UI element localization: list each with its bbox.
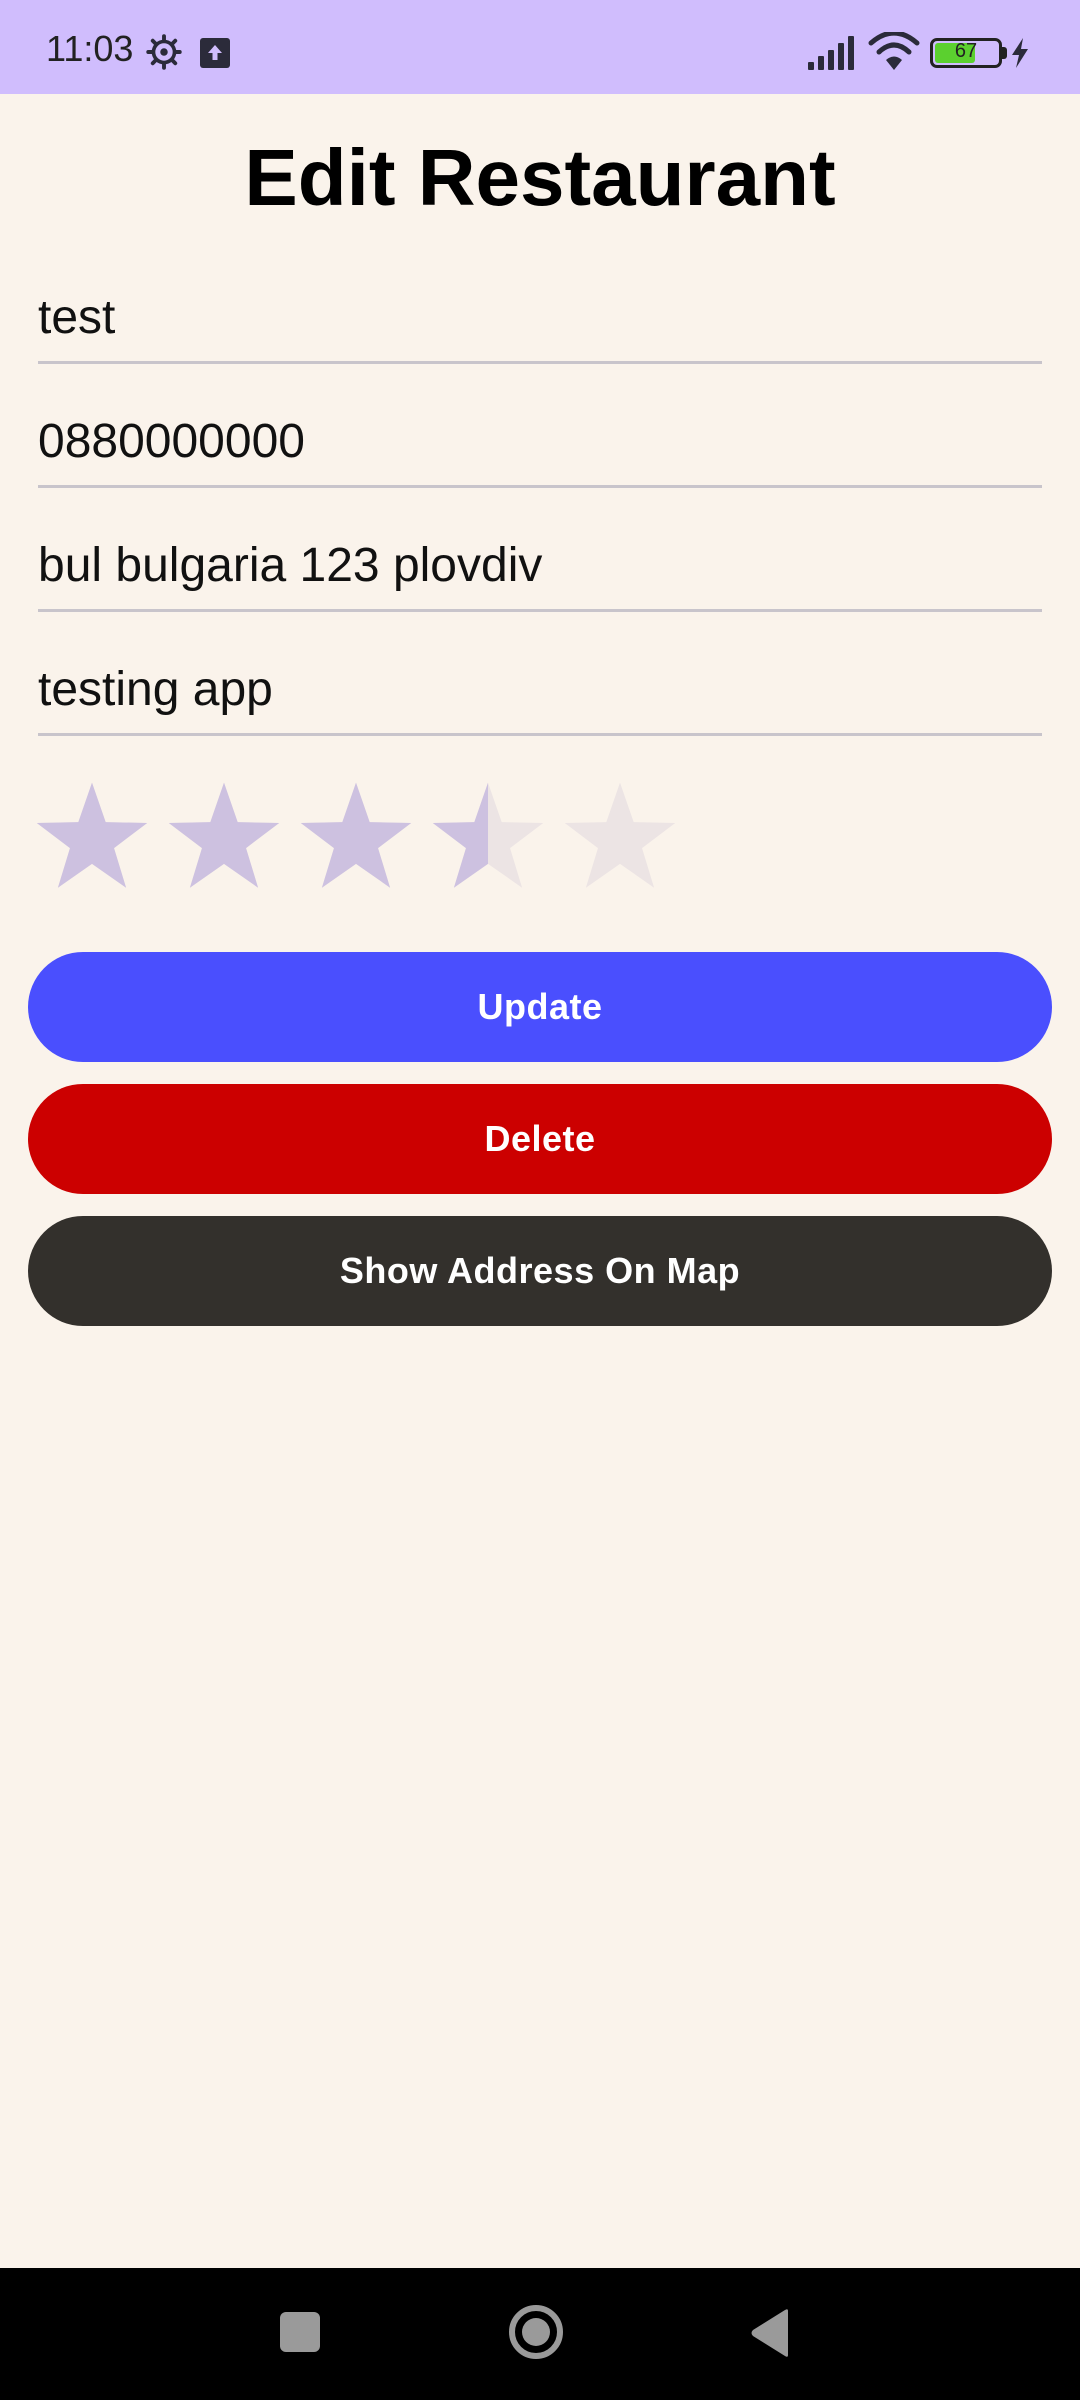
recents-icon[interactable] (280, 2312, 320, 2352)
show-address-on-map-button[interactable]: Show Address On Map (28, 1216, 1052, 1326)
gear-icon (146, 34, 182, 70)
upload-icon (200, 38, 230, 68)
address-field-value: bul bulgaria 123 plovdiv (38, 539, 543, 592)
status-bar: 11:03 67 (0, 0, 1080, 94)
signal-icon (808, 36, 854, 70)
rating-star-icon[interactable] (430, 778, 546, 894)
delete-button[interactable]: Delete (28, 1084, 1052, 1194)
status-time: 11:03 (46, 28, 134, 69)
phone-field-value: 0880000000 (38, 415, 305, 468)
rating-star-icon[interactable] (166, 778, 282, 894)
name-field-value: test (38, 291, 116, 344)
rating-star-icon[interactable] (562, 778, 678, 894)
description-field-value: testing app (38, 663, 273, 716)
rating-bar[interactable] (34, 778, 714, 894)
charging-bolt-icon (1012, 38, 1028, 68)
back-icon[interactable] (748, 2308, 792, 2358)
wifi-icon (868, 32, 920, 70)
navigation-bar (0, 2268, 1080, 2400)
battery-icon: 67 (930, 38, 1002, 68)
page-title: Edit Restaurant (244, 133, 836, 222)
update-button[interactable]: Update (28, 952, 1052, 1062)
description-field[interactable]: testing app (38, 666, 1042, 736)
rating-star-icon[interactable] (298, 778, 414, 894)
battery-level: 67 (954, 40, 978, 62)
address-field[interactable]: bul bulgaria 123 plovdiv (38, 542, 1042, 612)
phone-field[interactable]: 0880000000 (38, 418, 1042, 488)
home-icon[interactable] (506, 2302, 566, 2362)
rating-star-icon[interactable] (34, 778, 150, 894)
name-field[interactable]: test (38, 294, 1042, 364)
battery-cap (1002, 47, 1007, 59)
